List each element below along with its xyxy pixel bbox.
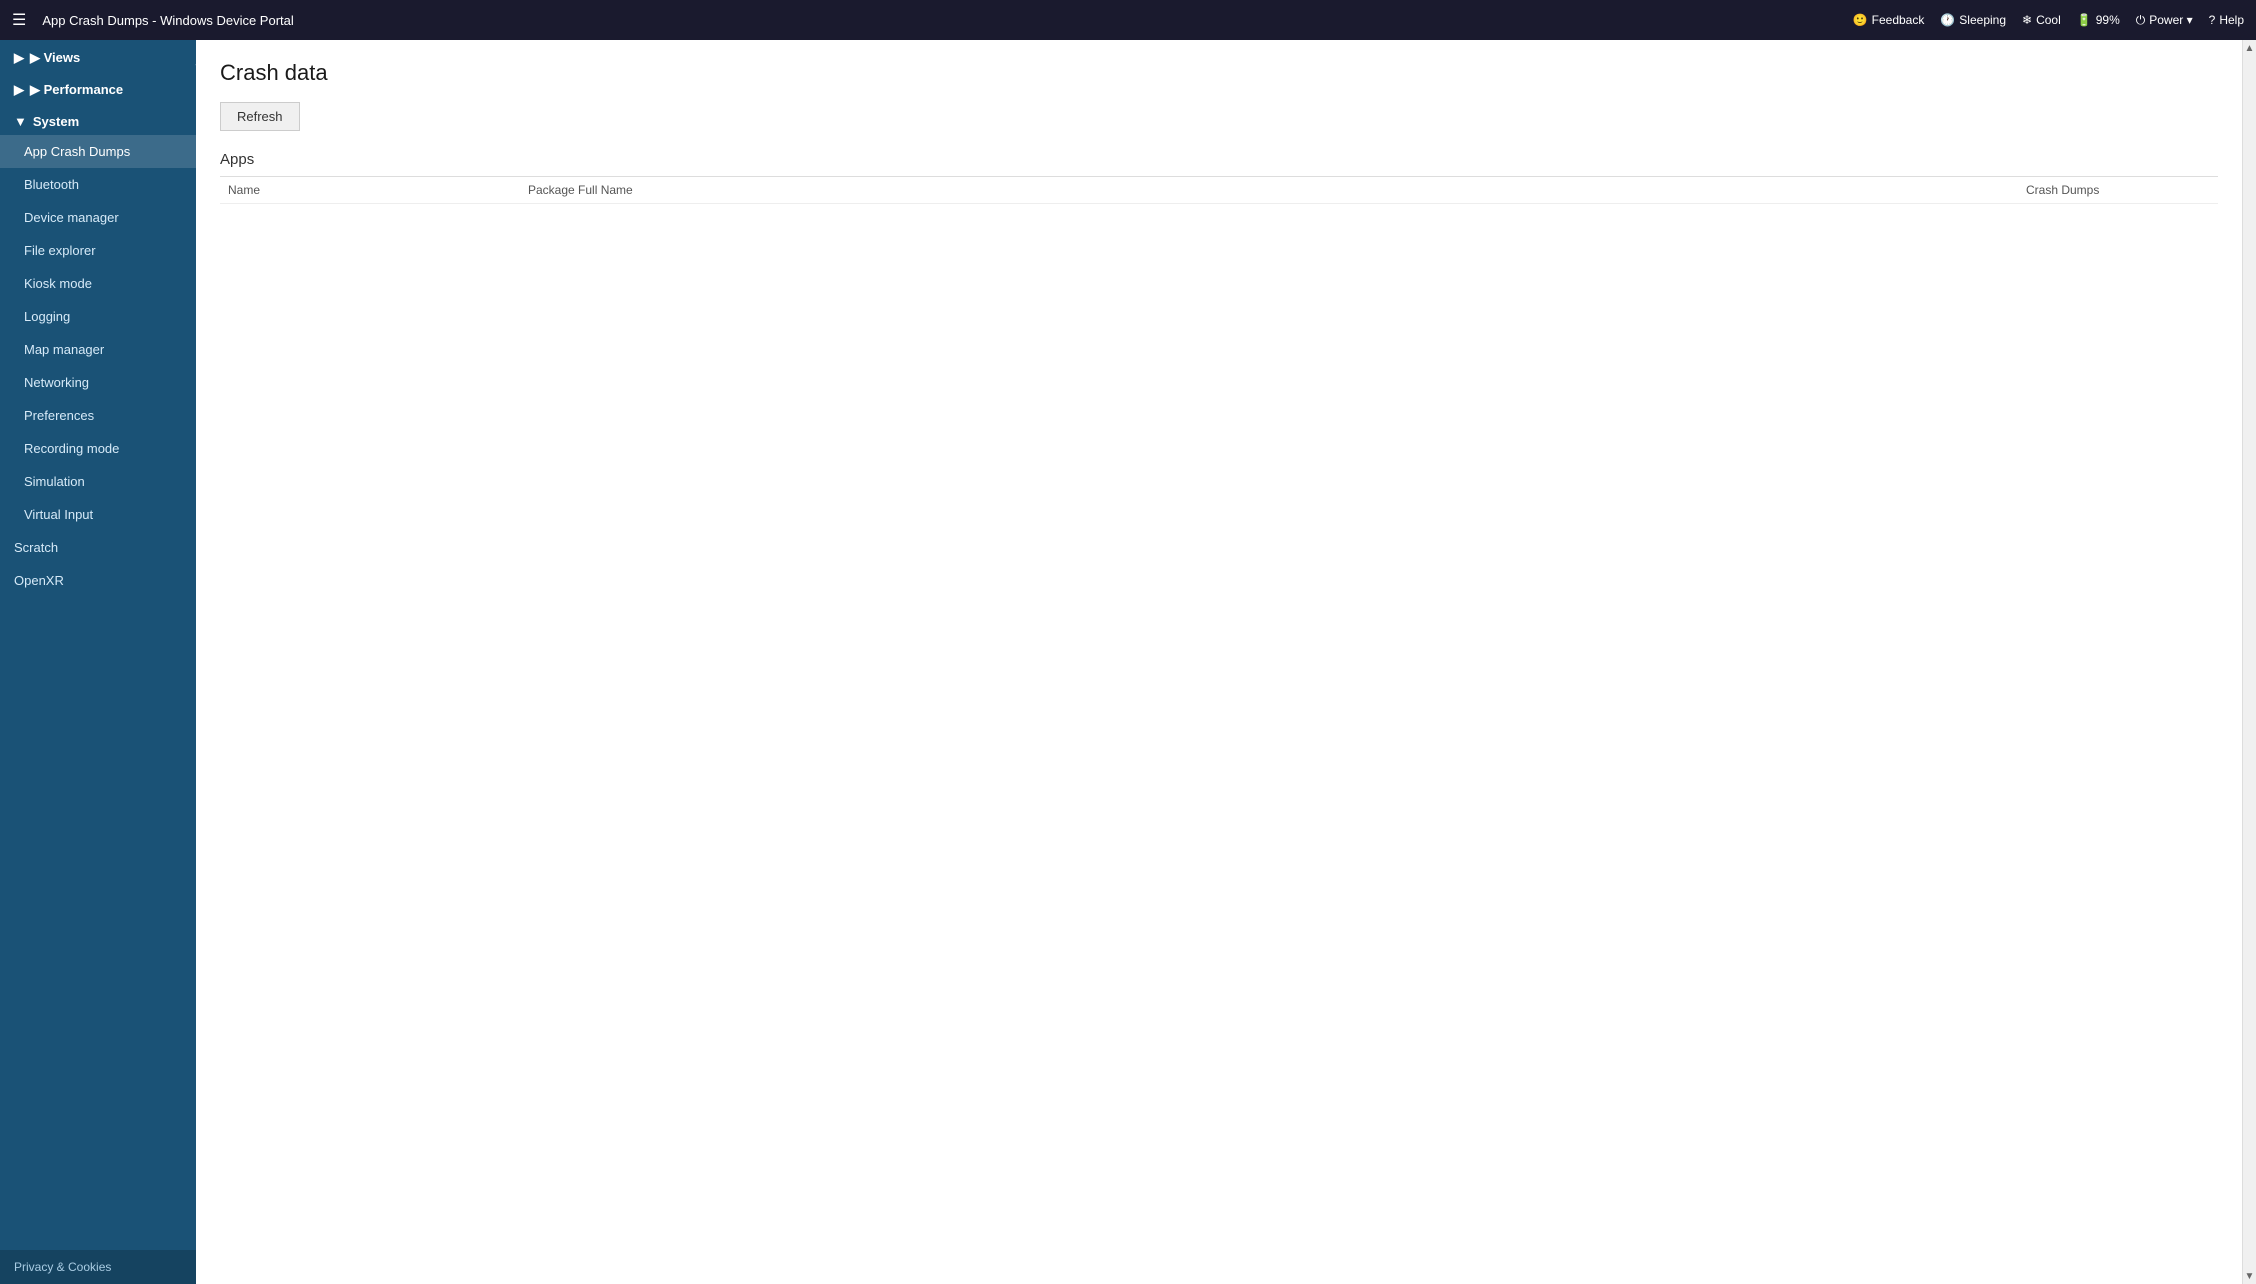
sidebar-item-label: Map manager	[24, 342, 104, 357]
power-action[interactable]: ⏻ Power ▾	[2136, 13, 2193, 28]
sidebar-section-performance[interactable]: ▶ ▶ Performance	[0, 72, 196, 104]
content-area: Crash data Refresh Apps Name Package Ful…	[196, 40, 2242, 1284]
crash-dumps-table: Name Package Full Name Crash Dumps	[220, 176, 2218, 204]
help-icon: ?	[2209, 13, 2216, 27]
sidebar-item-label: File explorer	[24, 243, 96, 258]
sleeping-action[interactable]: 🕐 Sleeping	[1940, 13, 2006, 27]
header: ☰ App Crash Dumps - Windows Device Porta…	[0, 0, 2256, 40]
power-icon: ⏻	[2136, 13, 2146, 28]
col-header-crashdumps: Crash Dumps	[2018, 183, 2218, 197]
sidebar-item-label: Simulation	[24, 474, 85, 489]
sidebar-item-bluetooth[interactable]: Bluetooth	[0, 168, 196, 201]
header-title: App Crash Dumps - Windows Device Portal	[42, 13, 1844, 28]
sidebar-item-openxr[interactable]: OpenXR	[0, 564, 196, 597]
help-label: Help	[2219, 13, 2244, 27]
sidebar-item-label: Bluetooth	[24, 177, 79, 192]
sidebar-item-virtual-input[interactable]: Virtual Input	[0, 498, 196, 531]
sidebar-item-label: Networking	[24, 375, 89, 390]
right-scrollbar: ▲ ▼	[2242, 40, 2256, 1284]
power-label: Power ▾	[2149, 13, 2192, 27]
apps-section-title: Apps	[220, 151, 2218, 168]
sidebar-item-label: Recording mode	[24, 441, 119, 456]
sidebar-item-label: Scratch	[14, 540, 58, 555]
performance-arrow-icon: ▶	[14, 82, 24, 98]
battery-icon: 🔋	[2077, 13, 2092, 27]
table-header: Name Package Full Name Crash Dumps	[220, 177, 2218, 204]
sidebar-views-label: ▶ Views	[30, 50, 80, 66]
feedback-label: Feedback	[1872, 13, 1925, 27]
sidebar-collapse-button[interactable]: ◀	[192, 50, 196, 78]
system-arrow-icon: ▼	[14, 114, 27, 129]
sidebar-section-views[interactable]: ▶ ▶ Views	[0, 40, 196, 72]
views-arrow-icon: ▶	[14, 50, 24, 66]
sidebar-item-label: Kiosk mode	[24, 276, 92, 291]
help-action[interactable]: ? Help	[2209, 13, 2244, 27]
sidebar-item-file-explorer[interactable]: File explorer	[0, 234, 196, 267]
sidebar-performance-label: ▶ Performance	[30, 82, 123, 98]
sidebar-item-logging[interactable]: Logging	[0, 300, 196, 333]
cool-label: Cool	[2036, 13, 2061, 27]
sidebar-item-label: Device manager	[24, 210, 119, 225]
sidebar-system-label: System	[33, 114, 79, 129]
scrollbar-track[interactable]	[2243, 56, 2256, 1268]
content-scroll[interactable]: Crash data Refresh Apps Name Package Ful…	[196, 40, 2242, 1284]
col-header-name: Name	[220, 183, 520, 197]
page-title: Crash data	[220, 60, 2218, 86]
sidebar: ◀ ▶ ▶ Views ▶ ▶ Performance ▼ System App…	[0, 40, 196, 1284]
refresh-button[interactable]: Refresh	[220, 102, 300, 131]
sidebar-footer[interactable]: Privacy & Cookies	[0, 1250, 196, 1284]
sidebar-item-preferences[interactable]: Preferences	[0, 399, 196, 432]
sidebar-item-label: App Crash Dumps	[24, 144, 130, 159]
hamburger-icon[interactable]: ☰	[12, 10, 26, 30]
sidebar-item-networking[interactable]: Networking	[0, 366, 196, 399]
main-layout: ◀ ▶ ▶ Views ▶ ▶ Performance ▼ System App…	[0, 40, 2256, 1284]
sidebar-item-label: Preferences	[24, 408, 94, 423]
col-header-package: Package Full Name	[520, 183, 2018, 197]
sidebar-item-device-manager[interactable]: Device manager	[0, 201, 196, 234]
sidebar-section-system[interactable]: ▼ System	[0, 104, 196, 135]
feedback-icon: 🙂	[1853, 13, 1868, 27]
sidebar-item-scratch[interactable]: Scratch	[0, 531, 196, 564]
privacy-cookies-label: Privacy & Cookies	[14, 1260, 111, 1274]
header-actions: 🙂 Feedback 🕐 Sleeping ❄ Cool 🔋 99% ⏻ Pow…	[1853, 13, 2244, 28]
sleeping-label: Sleeping	[1959, 13, 2006, 27]
cool-icon: ❄	[2022, 13, 2032, 27]
cool-action[interactable]: ❄ Cool	[2022, 13, 2061, 27]
sidebar-item-app-crash-dumps[interactable]: App Crash Dumps	[0, 135, 196, 168]
sidebar-item-label: Virtual Input	[24, 507, 93, 522]
sidebar-item-recording-mode[interactable]: Recording mode	[0, 432, 196, 465]
sidebar-item-map-manager[interactable]: Map manager	[0, 333, 196, 366]
scroll-up-arrow[interactable]: ▲	[2243, 40, 2256, 56]
sleeping-icon: 🕐	[1940, 13, 1955, 27]
scroll-down-arrow[interactable]: ▼	[2243, 1268, 2256, 1284]
sidebar-item-label: OpenXR	[14, 573, 64, 588]
sidebar-item-kiosk-mode[interactable]: Kiosk mode	[0, 267, 196, 300]
battery-action[interactable]: 🔋 99%	[2077, 13, 2120, 27]
battery-label: 99%	[2096, 13, 2120, 27]
sidebar-item-simulation[interactable]: Simulation	[0, 465, 196, 498]
sidebar-item-label: Logging	[24, 309, 70, 324]
feedback-action[interactable]: 🙂 Feedback	[1853, 13, 1925, 27]
